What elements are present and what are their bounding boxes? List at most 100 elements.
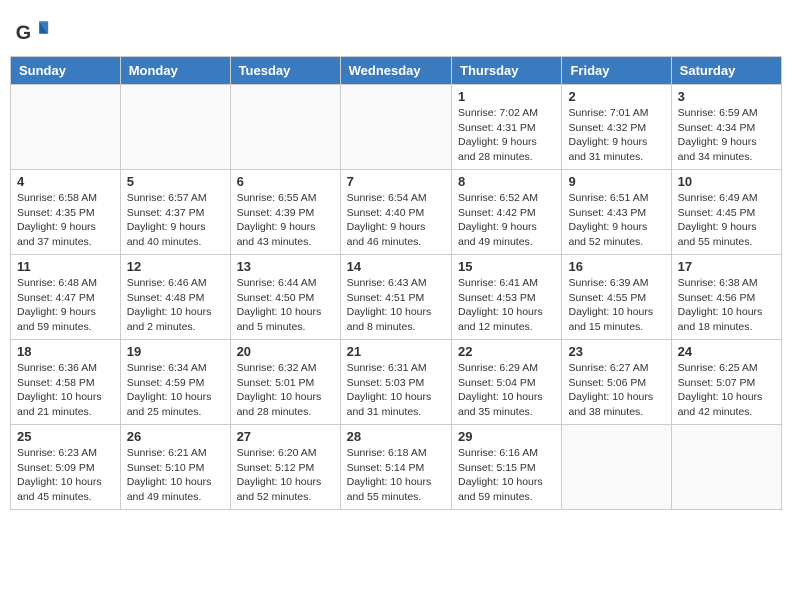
day-cell [120, 85, 230, 170]
day-cell: 11 Sunrise: 6:48 AMSunset: 4:47 PMDayligh… [11, 255, 121, 340]
day-cell: 15 Sunrise: 6:41 AMSunset: 4:53 PMDayligh… [452, 255, 562, 340]
day-number: 17 [678, 259, 775, 274]
week-row-2: 4 Sunrise: 6:58 AMSunset: 4:35 PMDaylight… [11, 170, 782, 255]
day-cell: 19 Sunrise: 6:34 AMSunset: 4:59 PMDayligh… [120, 340, 230, 425]
day-header-saturday: Saturday [671, 57, 781, 85]
week-row-4: 18 Sunrise: 6:36 AMSunset: 4:58 PMDayligh… [11, 340, 782, 425]
day-number: 9 [568, 174, 664, 189]
day-info: Sunrise: 6:55 AMSunset: 4:39 PMDaylight:… [237, 191, 334, 250]
logo-icon: G [14, 14, 50, 50]
svg-text:G: G [16, 22, 31, 44]
day-header-thursday: Thursday [452, 57, 562, 85]
day-number: 4 [17, 174, 114, 189]
day-number: 21 [347, 344, 445, 359]
logo: G [14, 14, 52, 50]
day-cell: 14 Sunrise: 6:43 AMSunset: 4:51 PMDayligh… [340, 255, 451, 340]
day-header-wednesday: Wednesday [340, 57, 451, 85]
day-number: 16 [568, 259, 664, 274]
day-info: Sunrise: 6:58 AMSunset: 4:35 PMDaylight:… [17, 191, 114, 250]
day-header-friday: Friday [562, 57, 671, 85]
day-number: 2 [568, 89, 664, 104]
day-info: Sunrise: 6:34 AMSunset: 4:59 PMDaylight:… [127, 361, 224, 420]
day-cell: 26 Sunrise: 6:21 AMSunset: 5:10 PMDayligh… [120, 425, 230, 510]
day-number: 11 [17, 259, 114, 274]
day-cell: 2 Sunrise: 7:01 AMSunset: 4:32 PMDaylight… [562, 85, 671, 170]
day-number: 8 [458, 174, 555, 189]
day-info: Sunrise: 6:25 AMSunset: 5:07 PMDaylight:… [678, 361, 775, 420]
day-number: 12 [127, 259, 224, 274]
day-cell [671, 425, 781, 510]
day-cell: 18 Sunrise: 6:36 AMSunset: 4:58 PMDayligh… [11, 340, 121, 425]
day-info: Sunrise: 7:02 AMSunset: 4:31 PMDaylight:… [458, 106, 555, 165]
day-number: 19 [127, 344, 224, 359]
day-info: Sunrise: 6:16 AMSunset: 5:15 PMDaylight:… [458, 446, 555, 505]
day-cell: 29 Sunrise: 6:16 AMSunset: 5:15 PMDayligh… [452, 425, 562, 510]
day-number: 14 [347, 259, 445, 274]
day-number: 25 [17, 429, 114, 444]
day-info: Sunrise: 6:44 AMSunset: 4:50 PMDaylight:… [237, 276, 334, 335]
day-info: Sunrise: 6:20 AMSunset: 5:12 PMDaylight:… [237, 446, 334, 505]
week-row-3: 11 Sunrise: 6:48 AMSunset: 4:47 PMDayligh… [11, 255, 782, 340]
day-cell: 10 Sunrise: 6:49 AMSunset: 4:45 PMDayligh… [671, 170, 781, 255]
day-number: 7 [347, 174, 445, 189]
week-row-1: 1 Sunrise: 7:02 AMSunset: 4:31 PMDaylight… [11, 85, 782, 170]
day-cell [340, 85, 451, 170]
day-number: 5 [127, 174, 224, 189]
day-info: Sunrise: 6:41 AMSunset: 4:53 PMDaylight:… [458, 276, 555, 335]
day-info: Sunrise: 6:27 AMSunset: 5:06 PMDaylight:… [568, 361, 664, 420]
day-cell: 24 Sunrise: 6:25 AMSunset: 5:07 PMDayligh… [671, 340, 781, 425]
day-cell: 1 Sunrise: 7:02 AMSunset: 4:31 PMDaylight… [452, 85, 562, 170]
day-info: Sunrise: 6:39 AMSunset: 4:55 PMDaylight:… [568, 276, 664, 335]
day-number: 22 [458, 344, 555, 359]
day-info: Sunrise: 6:21 AMSunset: 5:10 PMDaylight:… [127, 446, 224, 505]
day-number: 13 [237, 259, 334, 274]
day-number: 3 [678, 89, 775, 104]
day-cell: 7 Sunrise: 6:54 AMSunset: 4:40 PMDaylight… [340, 170, 451, 255]
page-header: G [10, 10, 782, 50]
day-cell [230, 85, 340, 170]
day-number: 1 [458, 89, 555, 104]
day-header-sunday: Sunday [11, 57, 121, 85]
day-info: Sunrise: 6:29 AMSunset: 5:04 PMDaylight:… [458, 361, 555, 420]
day-cell: 5Sunrise: 6:57 AMSunset: 4:37 PMDaylight… [120, 170, 230, 255]
day-info: Sunrise: 6:49 AMSunset: 4:45 PMDaylight:… [678, 191, 775, 250]
day-cell: 4 Sunrise: 6:58 AMSunset: 4:35 PMDaylight… [11, 170, 121, 255]
day-number: 6 [237, 174, 334, 189]
day-number: 18 [17, 344, 114, 359]
week-row-5: 25 Sunrise: 6:23 AMSunset: 5:09 PMDayligh… [11, 425, 782, 510]
day-number: 28 [347, 429, 445, 444]
day-info: Sunrise: 6:32 AMSunset: 5:01 PMDaylight:… [237, 361, 334, 420]
day-info: Sunrise: 6:52 AMSunset: 4:42 PMDaylight:… [458, 191, 555, 250]
day-info: Sunrise: 6:31 AMSunset: 5:03 PMDaylight:… [347, 361, 445, 420]
day-number: 27 [237, 429, 334, 444]
day-info: Sunrise: 6:59 AMSunset: 4:34 PMDaylight:… [678, 106, 775, 165]
day-cell: 28 Sunrise: 6:18 AMSunset: 5:14 PMDayligh… [340, 425, 451, 510]
day-header-monday: Monday [120, 57, 230, 85]
day-number: 29 [458, 429, 555, 444]
day-info: Sunrise: 6:54 AMSunset: 4:40 PMDaylight:… [347, 191, 445, 250]
calendar-table: SundayMondayTuesdayWednesdayThursdayFrid… [10, 56, 782, 510]
day-cell: 21 Sunrise: 6:31 AMSunset: 5:03 PMDayligh… [340, 340, 451, 425]
day-info: Sunrise: 6:43 AMSunset: 4:51 PMDaylight:… [347, 276, 445, 335]
day-cell: 27 Sunrise: 6:20 AMSunset: 5:12 PMDayligh… [230, 425, 340, 510]
day-info: Sunrise: 6:23 AMSunset: 5:09 PMDaylight:… [17, 446, 114, 505]
day-headers-row: SundayMondayTuesdayWednesdayThursdayFrid… [11, 57, 782, 85]
day-info: Sunrise: 6:51 AMSunset: 4:43 PMDaylight:… [568, 191, 664, 250]
day-number: 20 [237, 344, 334, 359]
day-info: Sunrise: 6:18 AMSunset: 5:14 PMDaylight:… [347, 446, 445, 505]
day-cell [562, 425, 671, 510]
day-cell: 22 Sunrise: 6:29 AMSunset: 5:04 PMDayligh… [452, 340, 562, 425]
day-cell [11, 85, 121, 170]
day-cell: 9 Sunrise: 6:51 AMSunset: 4:43 PMDaylight… [562, 170, 671, 255]
day-number: 26 [127, 429, 224, 444]
day-info: Sunrise: 6:36 AMSunset: 4:58 PMDaylight:… [17, 361, 114, 420]
day-number: 15 [458, 259, 555, 274]
day-cell: 16 Sunrise: 6:39 AMSunset: 4:55 PMDayligh… [562, 255, 671, 340]
day-info: Sunrise: 6:46 AMSunset: 4:48 PMDaylight:… [127, 276, 224, 335]
day-number: 10 [678, 174, 775, 189]
day-number: 23 [568, 344, 664, 359]
day-number: 24 [678, 344, 775, 359]
day-info: Sunrise: 7:01 AMSunset: 4:32 PMDaylight:… [568, 106, 664, 165]
day-info: Sunrise: 6:48 AMSunset: 4:47 PMDaylight:… [17, 276, 114, 335]
day-cell: 23 Sunrise: 6:27 AMSunset: 5:06 PMDayligh… [562, 340, 671, 425]
